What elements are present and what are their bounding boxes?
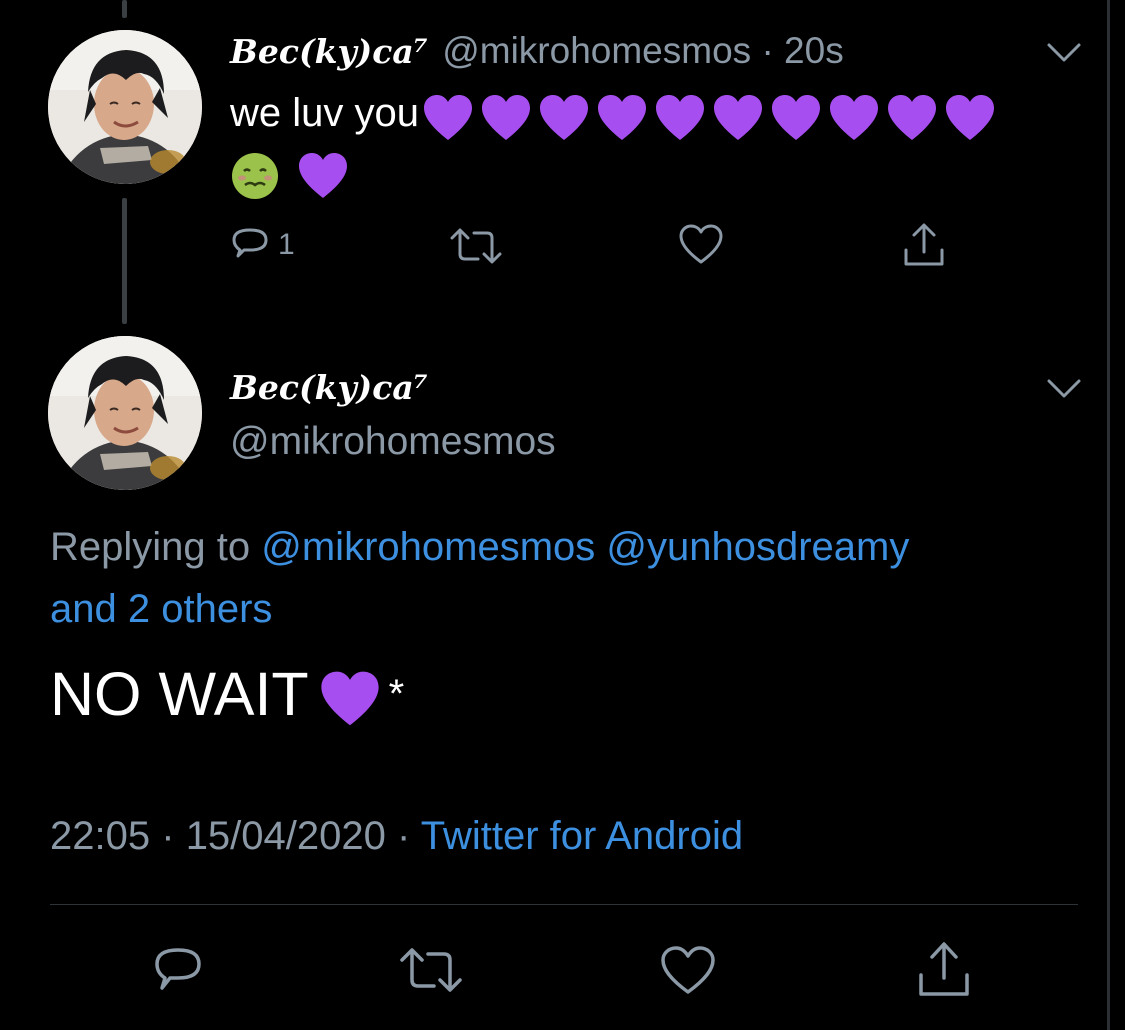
tweet-time: 22:05 <box>50 814 151 858</box>
purple-heart-icon <box>655 94 704 140</box>
replying-prefix: Replying to <box>50 525 251 569</box>
reply-icon <box>155 948 201 990</box>
handle[interactable]: @mikrohomesmos <box>442 30 751 71</box>
retweet-icon <box>400 948 462 992</box>
thread-line-top <box>122 0 127 18</box>
reply-count: 1 <box>278 228 295 261</box>
share-button[interactable] <box>902 222 946 268</box>
display-name[interactable]: Bec(ky)ca⁷ <box>230 32 428 71</box>
like-button[interactable] <box>660 946 716 996</box>
purple-heart-icon <box>771 94 820 140</box>
mention-link[interactable]: @yunhosdreamy <box>606 525 909 569</box>
purple-heart-icon <box>423 94 472 140</box>
reply-button[interactable]: 1 <box>230 224 295 266</box>
retweet-button[interactable] <box>448 226 504 266</box>
tweet-text-asterisk: * <box>388 672 405 716</box>
share-icon <box>919 942 969 996</box>
dot-separator: · <box>397 814 411 858</box>
dot-separator: · <box>161 814 175 858</box>
tweet-text-words: we luv you <box>230 91 419 135</box>
source-link[interactable]: Twitter for Android <box>421 814 743 858</box>
thread-line-connector <box>122 198 127 324</box>
purple-heart-icon <box>481 94 530 140</box>
purple-heart-icon <box>713 94 762 140</box>
tweet-meta: 22:05 · 15/04/2020 · Twitter for Android <box>50 814 743 859</box>
like-button[interactable] <box>678 224 724 266</box>
avatar[interactable] <box>48 336 202 490</box>
purple-heart-icon <box>887 94 936 140</box>
purple-heart-icon <box>829 94 878 140</box>
nauseated-face-icon <box>232 152 278 199</box>
purple-heart-icon <box>321 671 379 726</box>
replying-to: Replying to @mikrohomesmos @yunhosdreamy… <box>50 516 1070 640</box>
mention-link[interactable]: @mikrohomesmos <box>261 525 595 569</box>
retweet-icon <box>450 228 502 264</box>
share-button[interactable] <box>916 940 972 998</box>
tweet-text-words: NO WAIT <box>50 660 309 728</box>
reply-icon <box>232 228 268 258</box>
purple-heart-icon <box>945 94 994 140</box>
tweet1-header: Bec(ky)ca⁷ @mikrohomesmos · 20s <box>230 30 844 72</box>
display-name[interactable]: Bec(ky)ca⁷ <box>230 368 428 407</box>
tweet-detail-page: Bec(ky)ca⁷ @mikrohomesmos · 20s we luv yo… <box>0 0 1125 1030</box>
others-link[interactable]: and 2 others <box>50 587 272 631</box>
retweet-button[interactable] <box>398 946 464 994</box>
chevron-down-icon[interactable] <box>1046 378 1082 400</box>
share-icon <box>904 223 944 266</box>
scrollbar-track <box>1107 0 1110 1030</box>
tweet-text: NO WAIT * <box>50 658 404 730</box>
timestamp[interactable]: 20s <box>784 30 844 71</box>
purple-heart-icon <box>597 94 646 140</box>
purple-heart-row <box>419 86 999 144</box>
avatar[interactable] <box>48 30 202 184</box>
dot-separator: · <box>761 30 774 71</box>
like-icon <box>661 946 715 994</box>
tweet-date: 15/04/2020 <box>185 814 386 858</box>
chevron-down-icon[interactable] <box>1046 42 1082 64</box>
like-icon <box>679 224 723 264</box>
purple-heart-icon <box>539 94 588 140</box>
reply-button[interactable] <box>152 944 204 996</box>
purple-heart-icon <box>299 152 347 198</box>
tweet-text: we luv you <box>230 84 1080 202</box>
divider <box>50 904 1078 905</box>
handle[interactable]: @mikrohomesmos <box>230 420 556 464</box>
